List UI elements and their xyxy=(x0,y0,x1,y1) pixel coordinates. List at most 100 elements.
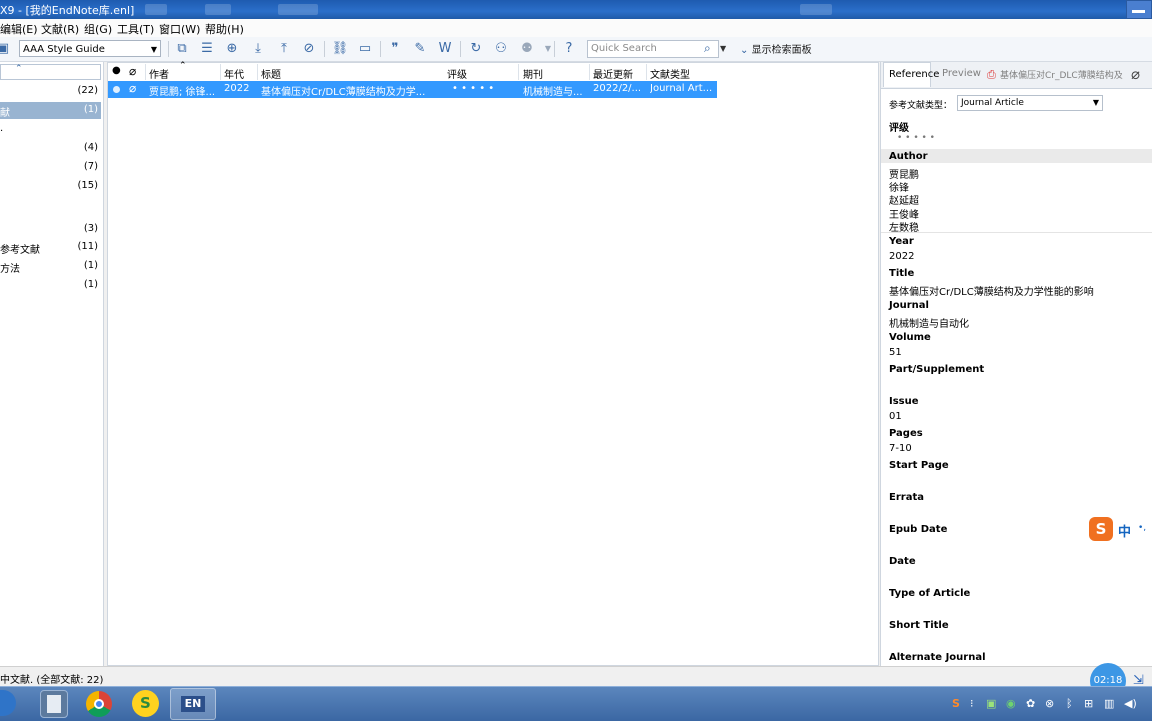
menu-references[interactable]: 文献(R) xyxy=(41,21,79,37)
column-last-updated[interactable]: 最近更新 xyxy=(593,66,633,81)
help-icon[interactable]: ? xyxy=(560,40,578,58)
groups-panel-header[interactable]: ⌃ xyxy=(0,64,101,80)
column-author[interactable]: 作者 xyxy=(149,66,169,81)
open-file-icon[interactable]: ▭ xyxy=(356,40,374,58)
app-tray-icon[interactable]: ✿ xyxy=(1026,697,1035,710)
return-to-word-icon[interactable]: W xyxy=(436,40,454,58)
app-icon[interactable]: S xyxy=(132,690,159,717)
column-title[interactable]: 标题 xyxy=(261,66,281,81)
group-item[interactable]: (22) xyxy=(0,83,101,100)
reference-type-row: 参考文献类型： Journal Article ▼ xyxy=(881,92,1152,114)
field-divider xyxy=(881,232,1152,233)
toolbar-separator xyxy=(380,41,381,57)
bluetooth-tray-icon[interactable]: ᛒ xyxy=(1066,697,1073,710)
group-item[interactable]: 参考文献 (11) xyxy=(0,239,101,256)
cell-author: 贾昆鹏; 徐锋... xyxy=(149,87,216,98)
open-link-icon[interactable]: ⛓ xyxy=(331,40,349,58)
find-fulltext-icon[interactable]: ⊘ xyxy=(300,40,318,58)
toolbar: ▣ AAA Style Guide ▼ ⧉ ☰ ⊕ ⤓ ⤒ ⊘ ⛓ ▭ ❞ ✎ … xyxy=(0,37,1152,62)
menu-groups[interactable]: 组(G) xyxy=(84,21,112,37)
cell-journal: 机械制造与... xyxy=(523,87,583,98)
group-share-icon[interactable]: ⚉ xyxy=(518,40,536,58)
tab-preview[interactable]: Preview xyxy=(942,68,981,79)
chrome-icon[interactable] xyxy=(86,691,112,717)
show-search-panel-button[interactable]: ⌄ 显示检索面板 xyxy=(740,41,812,56)
group-item[interactable]: (15) xyxy=(0,178,101,195)
security-tray-icon[interactable]: ◉ xyxy=(1006,697,1016,710)
group-item[interactable]: (7) xyxy=(0,159,101,176)
quick-search-input[interactable]: Quick Search xyxy=(587,40,719,58)
column-journal[interactable]: 期刊 xyxy=(523,66,543,81)
reference-type-select[interactable]: Journal Article ▼ xyxy=(957,95,1103,111)
column-rating[interactable]: 评级 xyxy=(447,66,467,81)
group-item[interactable]: . xyxy=(0,121,101,138)
search-icon[interactable]: ⌕ xyxy=(704,41,711,56)
author-value[interactable]: 赵延超 xyxy=(889,192,919,207)
chevron-down-icon: ▼ xyxy=(150,45,157,54)
sync-icon[interactable]: ↻ xyxy=(467,40,485,58)
column-year[interactable]: 年代 xyxy=(224,66,244,81)
display-tray-icon[interactable]: ▣ xyxy=(986,697,996,710)
group-count: (1) xyxy=(83,104,98,115)
volume-icon[interactable]: ◀) xyxy=(1124,697,1137,710)
ime-punctuation-icon[interactable]: •, xyxy=(1138,523,1146,533)
menu-edit[interactable]: 编辑(E) xyxy=(0,21,38,37)
start-button[interactable] xyxy=(0,690,16,716)
minimize-icon xyxy=(1132,10,1145,13)
calculator-icon[interactable] xyxy=(40,690,68,718)
network-tray-icon[interactable]: ⁝ xyxy=(970,697,974,710)
column-reference-type[interactable]: 文献类型 xyxy=(650,66,690,81)
attachment-icon[interactable]: ⌀ xyxy=(129,64,136,78)
sort-arrow-icon: ⌃ xyxy=(179,61,187,71)
title-artifact xyxy=(205,4,231,15)
read-status-icon[interactable]: ● xyxy=(112,65,121,76)
chevron-down-icon[interactable]: ▼ xyxy=(720,44,726,53)
rating-dots[interactable]: • • • • • xyxy=(897,133,935,143)
menu-window[interactable]: 窗口(W) xyxy=(159,21,200,37)
tab-reference[interactable]: Reference xyxy=(883,62,939,87)
menu-bar: 编辑(E) 文献(R) 组(G) 工具(T) 窗口(W) 帮助(H) xyxy=(0,19,1152,38)
reference-panel: Reference Preview ⎙ 基体偏压对Cr_DLC薄膜结构及 ⌀ 参… xyxy=(880,62,1152,666)
cell-rating[interactable]: • • • • • xyxy=(452,83,516,94)
new-reference-icon[interactable]: ☰ xyxy=(198,40,216,58)
import-icon[interactable]: ⤓ xyxy=(249,40,267,58)
group-item[interactable]: 方法 (1) xyxy=(0,258,101,275)
tab-pdf-attachment[interactable]: 基体偏压对Cr_DLC薄膜结构及 xyxy=(1000,68,1124,81)
menu-tools[interactable]: 工具(T) xyxy=(117,21,154,37)
group-item[interactable]: (4) xyxy=(0,140,101,157)
group-item[interactable]: (1) xyxy=(0,277,101,294)
groups-panel: ⌃ (22) 献 (1) . (4) (7) (15) (3) 参考文献 (11… xyxy=(0,62,104,666)
format-bibliography-icon[interactable]: ✎ xyxy=(411,40,429,58)
insert-citation-icon[interactable]: ❞ xyxy=(386,40,404,58)
group-count: (15) xyxy=(77,180,98,191)
field-value-issue[interactable]: 01 xyxy=(889,411,902,422)
share-user-icon[interactable]: ⚇ xyxy=(492,40,510,58)
ime-toolbar[interactable]: S 中 •, xyxy=(1088,516,1152,544)
field-value-title[interactable]: 基体偏压对Cr/DLC薄膜结构及力学性能的影响 xyxy=(889,283,1094,298)
field-value-year[interactable]: 2022 xyxy=(889,251,914,262)
style-select[interactable]: AAA Style Guide ▼ xyxy=(19,40,161,57)
export-icon[interactable]: ⤒ xyxy=(275,40,293,58)
field-value-journal[interactable]: 机械制造与自动化 xyxy=(889,315,969,330)
menu-help[interactable]: 帮助(H) xyxy=(205,21,244,37)
minimize-button[interactable] xyxy=(1126,0,1152,19)
status-bar: 中文献. (全部文献: 22) xyxy=(0,666,1152,687)
copy-library-icon[interactable]: ⧉ xyxy=(173,40,191,58)
disabled-tray-icon[interactable]: ⊗ xyxy=(1045,697,1054,710)
field-value-pages[interactable]: 7-10 xyxy=(889,443,912,454)
endnote-taskbar-button[interactable]: EN xyxy=(170,688,216,720)
cell-reference-type: Journal Art... xyxy=(650,83,713,94)
group-item-selected[interactable]: 献 (1) xyxy=(0,102,101,119)
network-connection-icon[interactable]: ⊞ xyxy=(1084,697,1093,710)
attachment-icon[interactable]: ⌀ xyxy=(1131,65,1140,83)
list-header: ● ⌀ 作者 ⌃ 年代 标题 评级 期刊 最近更新 文献类型 xyxy=(108,61,717,82)
library-mode-icon[interactable]: ▣ xyxy=(0,40,12,58)
tray-icon[interactable]: ▥ xyxy=(1104,697,1114,710)
sogou-tray-icon[interactable]: S xyxy=(952,697,960,710)
table-row[interactable]: ⌀ 贾昆鹏; 徐锋... 2022 基体偏压对Cr/DLC薄膜结构及力学... … xyxy=(108,81,717,98)
field-value-volume[interactable]: 51 xyxy=(889,347,902,358)
chrome-center xyxy=(94,699,104,709)
ime-mode[interactable]: 中 xyxy=(1118,521,1131,540)
online-search-icon[interactable]: ⊕ xyxy=(223,40,241,58)
group-item[interactable]: (3) xyxy=(0,221,101,238)
